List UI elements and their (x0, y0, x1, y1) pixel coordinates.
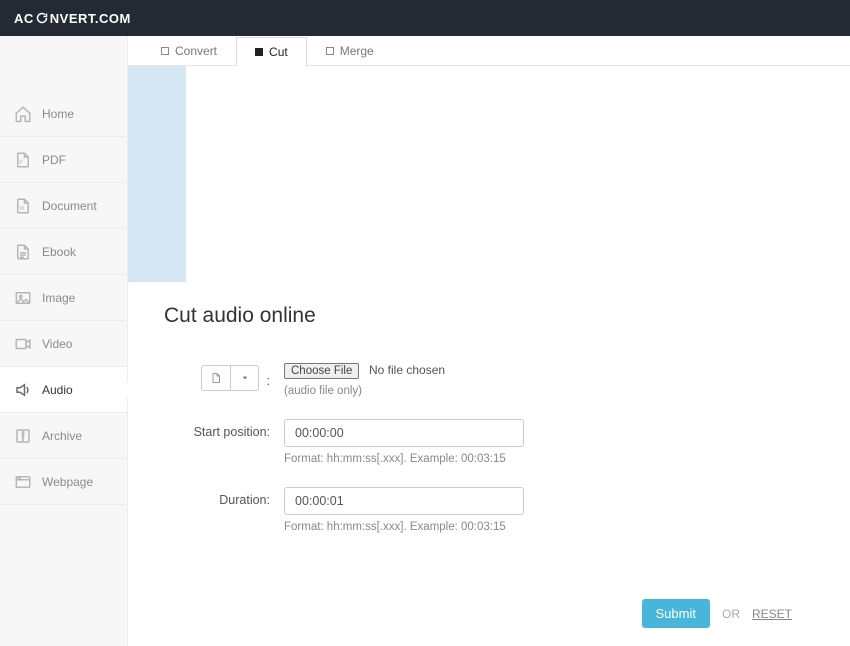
submit-button[interactable]: Submit (642, 599, 710, 628)
sidebar-item-home[interactable]: Home (0, 91, 127, 137)
sidebar-item-label: Document (42, 199, 97, 213)
chevron-down-icon (230, 366, 258, 390)
audio-icon (14, 381, 32, 399)
start-hint: Format: hh:mm:ss[.xxx]. Example: 00:03:1… (284, 453, 704, 465)
tabs: Convert Cut Merge (128, 36, 850, 66)
sidebar-item-label: Archive (42, 429, 82, 443)
duration-input[interactable] (284, 487, 524, 515)
tab-cut[interactable]: Cut (236, 37, 307, 66)
document-icon: W (14, 197, 32, 215)
source-toggle[interactable] (201, 365, 259, 391)
square-icon (255, 48, 263, 56)
tab-convert[interactable]: Convert (142, 36, 236, 65)
sidebar-item-image[interactable]: Image (0, 275, 127, 321)
tab-label: Merge (340, 44, 374, 58)
tab-merge[interactable]: Merge (307, 36, 393, 65)
sidebar-item-document[interactable]: W Document (0, 183, 127, 229)
file-icon (202, 366, 230, 390)
home-icon (14, 105, 32, 123)
archive-icon (14, 427, 32, 445)
webpage-icon (14, 473, 32, 491)
video-icon (14, 335, 32, 353)
ad-banner (128, 66, 850, 282)
ebook-icon (14, 243, 32, 261)
sidebar-item-label: Image (42, 291, 75, 305)
file-colon: : (267, 374, 270, 388)
sidebar-item-label: Video (42, 337, 72, 351)
sidebar: Home P PDF W Document Ebook Image (0, 36, 128, 646)
duration-hint: Format: hh:mm:ss[.xxx]. Example: 00:03:1… (284, 521, 704, 533)
sidebar-item-video[interactable]: Video (0, 321, 127, 367)
choose-file-button[interactable]: Choose File (284, 363, 359, 379)
pdf-icon: P (14, 151, 32, 169)
square-icon (161, 47, 169, 55)
sidebar-item-audio[interactable]: Audio (0, 367, 127, 413)
footer-actions: Submit OR RESET (642, 599, 792, 628)
brand-pre: AC (14, 11, 34, 26)
sidebar-item-label: Home (42, 107, 74, 121)
file-hint: (audio file only) (284, 385, 704, 397)
tab-label: Convert (175, 44, 217, 58)
file-status: No file chosen (369, 363, 445, 377)
start-input[interactable] (284, 419, 524, 447)
sidebar-item-label: Ebook (42, 245, 76, 259)
page-title: Cut audio online (164, 304, 814, 328)
sidebar-item-ebook[interactable]: Ebook (0, 229, 127, 275)
topbar: AC NVERT.COM (0, 0, 850, 36)
reset-link[interactable]: RESET (752, 607, 792, 621)
sidebar-item-label: PDF (42, 153, 66, 167)
sidebar-item-archive[interactable]: Archive (0, 413, 127, 459)
start-label: Start position: (164, 419, 284, 465)
svg-text:W: W (19, 205, 24, 211)
duration-label: Duration: (164, 487, 284, 533)
image-icon (14, 289, 32, 307)
sidebar-item-webpage[interactable]: Webpage (0, 459, 127, 505)
svg-text:P: P (19, 159, 23, 165)
sidebar-item-pdf[interactable]: P PDF (0, 137, 127, 183)
refresh-icon (35, 12, 49, 24)
or-text: OR (722, 607, 740, 621)
brand-post: NVERT.COM (50, 11, 131, 26)
square-icon (326, 47, 334, 55)
tab-label: Cut (269, 45, 288, 59)
sidebar-item-label: Webpage (42, 475, 93, 489)
sidebar-item-label: Audio (42, 383, 73, 397)
